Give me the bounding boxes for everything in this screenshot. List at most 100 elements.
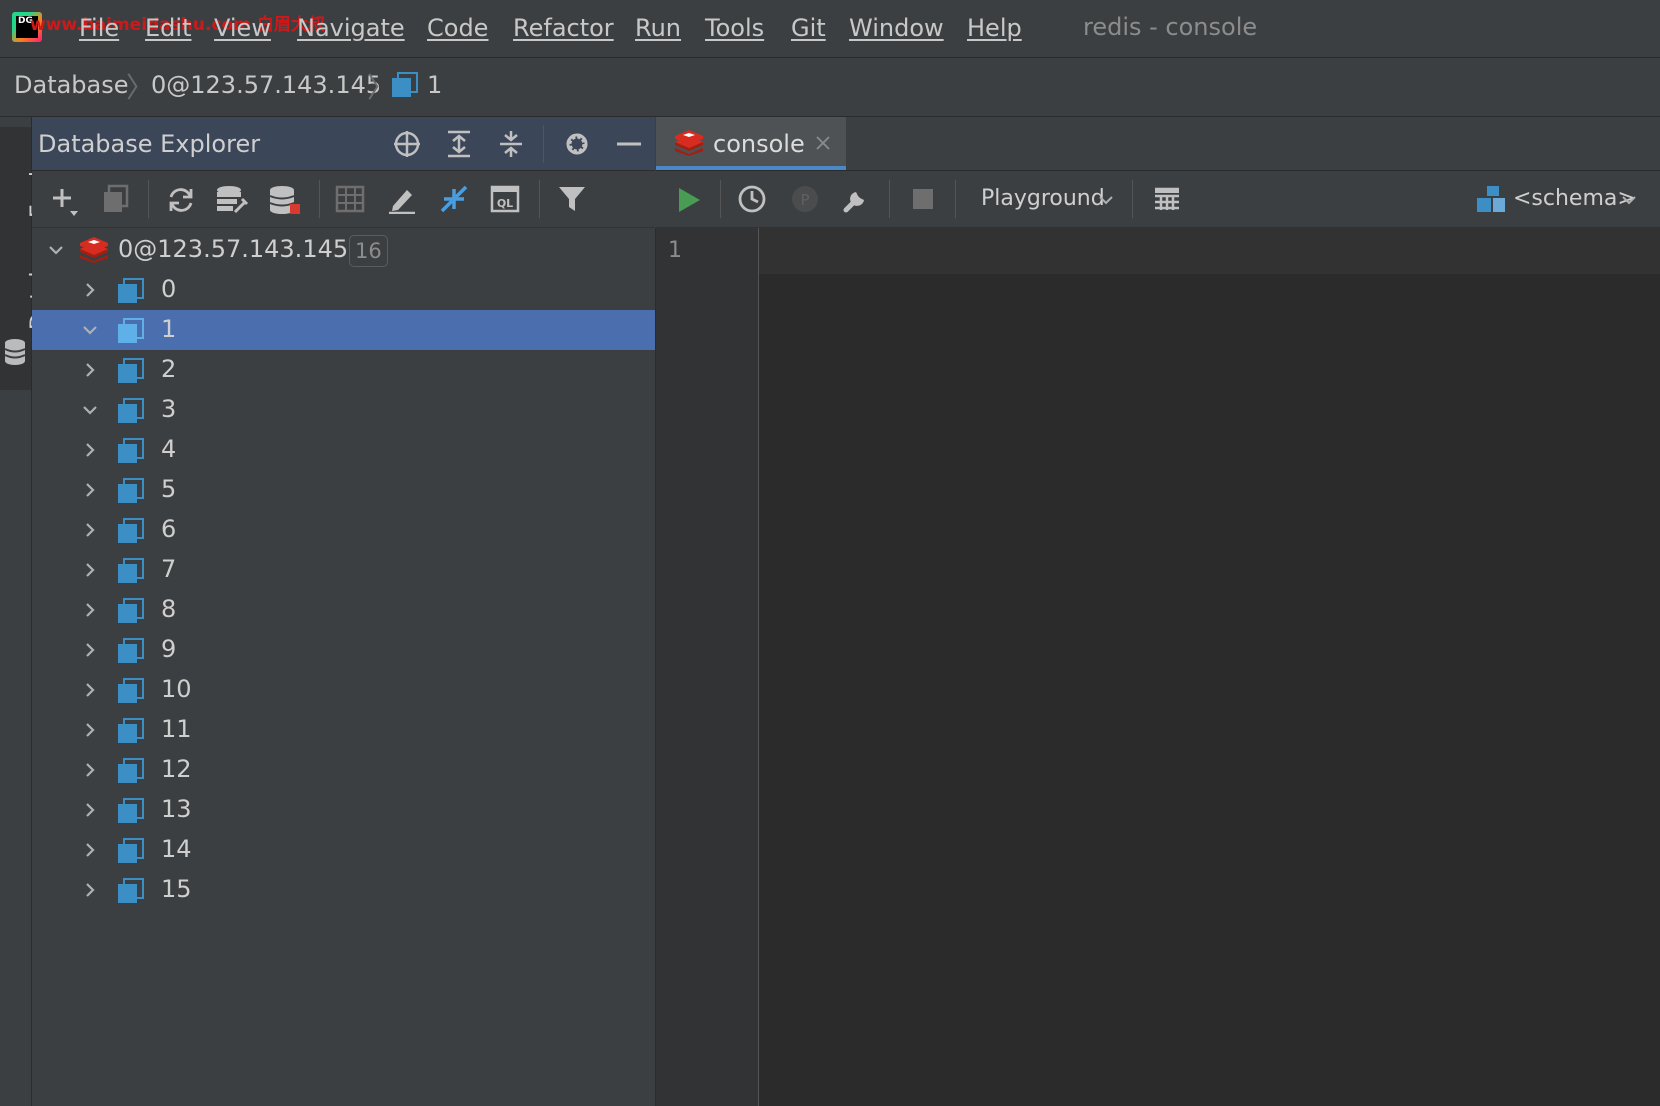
crosshair-icon[interactable] <box>392 129 422 159</box>
db-label: 3 <box>161 395 177 423</box>
menu-file[interactable]: File <box>79 14 119 42</box>
tree-db-row[interactable]: 10 <box>32 670 655 710</box>
tree-db-row[interactable]: 13 <box>32 790 655 830</box>
settings-wrench-icon[interactable] <box>842 184 872 214</box>
tree-db-row[interactable]: 5 <box>32 470 655 510</box>
schema-db-icon <box>118 878 144 903</box>
schema-db-icon <box>118 758 144 783</box>
toolbar-separator <box>1132 180 1133 218</box>
db-label: 7 <box>161 555 177 583</box>
tree-db-row[interactable]: 15 <box>32 870 655 910</box>
db-label: 6 <box>161 515 177 543</box>
run-icon[interactable] <box>676 186 702 214</box>
editor-text-area[interactable] <box>759 228 1660 1106</box>
schema-db-icon <box>118 678 144 703</box>
filter-icon[interactable] <box>557 185 587 213</box>
chevron-right-icon[interactable] <box>82 762 98 778</box>
chevron-right-icon[interactable] <box>82 682 98 698</box>
tree-db-row[interactable]: 14 <box>32 830 655 870</box>
expand-all-icon[interactable] <box>445 129 473 159</box>
db-label: 14 <box>161 835 192 863</box>
chevron-right-icon[interactable] <box>82 642 98 658</box>
menu-refactor[interactable]: Refactor <box>513 14 614 42</box>
schema-db-icon <box>118 638 144 663</box>
edit-icon[interactable] <box>387 184 417 214</box>
duplicate-icon[interactable] <box>101 184 131 214</box>
jump-to-console-icon[interactable] <box>438 183 470 215</box>
tree-root-connection[interactable]: 0@123.57.143.145 16 <box>32 230 655 270</box>
gear-icon[interactable] <box>562 129 592 159</box>
chevron-right-icon[interactable] <box>82 722 98 738</box>
menu-git[interactable]: Git <box>791 14 826 42</box>
breadcrumb-database[interactable]: Database <box>14 71 129 99</box>
menu-run[interactable]: Run <box>635 14 681 42</box>
chevron-down-icon[interactable] <box>1621 193 1637 207</box>
menu-navigate[interactable]: Navigate <box>297 14 405 42</box>
chevron-right-icon[interactable] <box>82 882 98 898</box>
chevron-right-icon[interactable] <box>82 602 98 618</box>
menu-tools[interactable]: Tools <box>705 14 764 42</box>
line-number: 1 <box>668 238 682 263</box>
tree-db-row[interactable]: 4 <box>32 430 655 470</box>
chevron-right-icon[interactable] <box>82 802 98 818</box>
chevron-down-icon[interactable] <box>82 322 98 338</box>
tree-db-row[interactable]: 8 <box>32 590 655 630</box>
tree-db-row[interactable]: 1 <box>32 310 655 350</box>
toolbar-separator <box>148 180 149 218</box>
schema-selector[interactable]: <schema> <box>1513 186 1636 211</box>
close-tab-icon[interactable] <box>815 135 831 151</box>
schema-db-icon <box>392 72 418 97</box>
collapse-all-icon[interactable] <box>497 129 525 159</box>
db-label: 9 <box>161 635 177 663</box>
table-icon[interactable] <box>335 185 365 213</box>
breadcrumb-db[interactable]: 1 <box>427 71 442 99</box>
data-source-properties-icon[interactable] <box>215 184 249 216</box>
chevron-right-icon[interactable] <box>82 482 98 498</box>
menu-help[interactable]: Help <box>967 14 1022 42</box>
db-label: 12 <box>161 755 192 783</box>
chevron-right-icon[interactable] <box>82 282 98 298</box>
chevron-right-icon[interactable] <box>82 362 98 378</box>
stop-icon[interactable] <box>912 188 934 210</box>
db-label: 10 <box>161 675 192 703</box>
playground-dropdown[interactable]: Playground <box>981 186 1105 211</box>
transaction-p-icon[interactable]: P <box>790 184 820 214</box>
svg-text:QL: QL <box>497 197 513 210</box>
chevron-down-icon[interactable] <box>48 242 64 258</box>
toolbar-separator <box>889 180 890 218</box>
minimize-icon[interactable] <box>615 129 643 159</box>
tree-db-row[interactable]: 7 <box>32 550 655 590</box>
tree-db-row[interactable]: 0 <box>32 270 655 310</box>
chevron-right-icon[interactable] <box>82 562 98 578</box>
menu-edit[interactable]: Edit <box>145 14 191 42</box>
chevron-right-icon[interactable] <box>82 522 98 538</box>
breadcrumb-connection[interactable]: 0@123.57.143.145 <box>151 71 381 99</box>
tree-db-row[interactable]: 2 <box>32 350 655 390</box>
editor-gutter <box>656 228 759 1106</box>
tree-db-row[interactable]: 12 <box>32 750 655 790</box>
redis-icon <box>675 130 703 156</box>
tree-db-row[interactable]: 9 <box>32 630 655 670</box>
chevron-right-icon[interactable] <box>82 442 98 458</box>
menu-code[interactable]: Code <box>427 14 488 42</box>
schema-icon <box>1477 186 1505 212</box>
chevron-down-icon[interactable] <box>1098 193 1114 207</box>
table-view-icon[interactable] <box>1153 186 1181 212</box>
refresh-icon[interactable] <box>166 185 196 215</box>
ql-console-icon[interactable]: QL <box>490 185 520 213</box>
menu-view[interactable]: View <box>214 14 271 42</box>
tree-db-row[interactable]: 11 <box>32 710 655 750</box>
schema-db-icon <box>118 478 144 503</box>
menu-window[interactable]: Window <box>849 14 944 42</box>
history-icon[interactable] <box>737 184 767 214</box>
add-icon[interactable] <box>50 185 82 219</box>
db-label: 13 <box>161 795 192 823</box>
tree-db-row[interactable]: 3 <box>32 390 655 430</box>
schema-db-icon <box>118 598 144 623</box>
chevron-down-icon[interactable] <box>82 402 98 418</box>
tree-db-row[interactable]: 6 <box>32 510 655 550</box>
redis-icon <box>80 237 108 263</box>
schema-db-icon <box>118 438 144 463</box>
chevron-right-icon[interactable] <box>82 842 98 858</box>
database-icon[interactable] <box>268 184 302 216</box>
